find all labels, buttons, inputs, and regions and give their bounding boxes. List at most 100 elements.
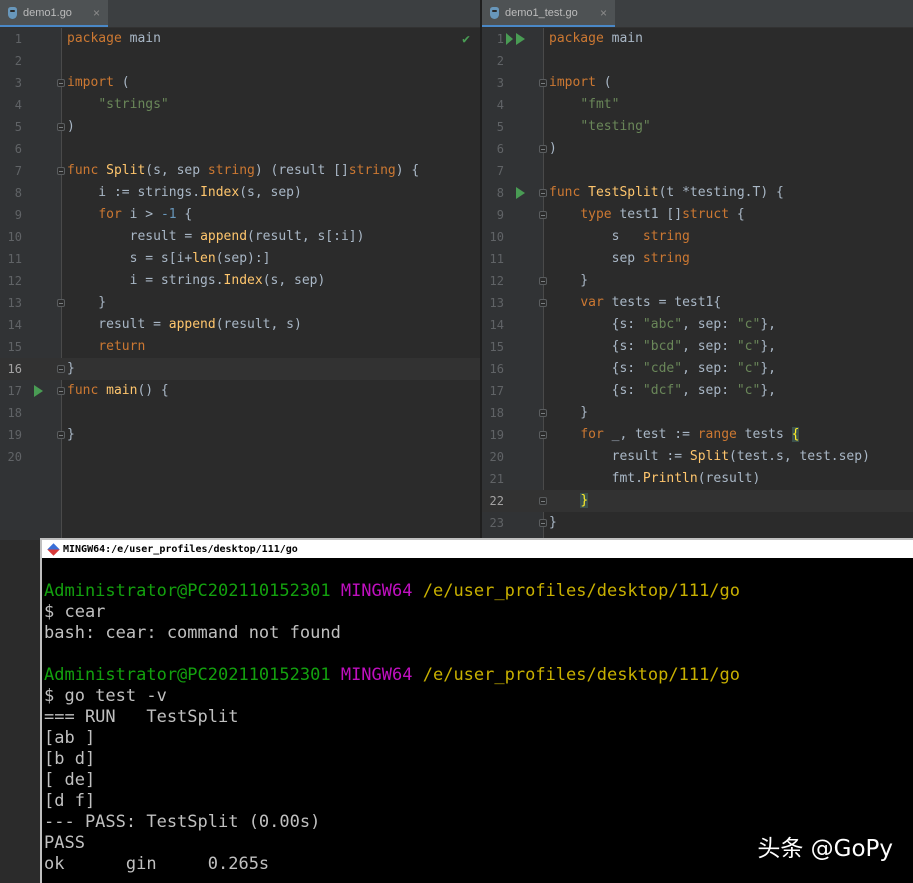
fold-icon[interactable] [539, 189, 547, 197]
code-line[interactable]: 7 func Split(s, sep string) (result []str… [0, 160, 480, 182]
code-line[interactable]: 15 {s: "bcd", sep: "c"}, [482, 336, 913, 358]
line-number: 21 [489, 472, 504, 486]
tab-demo1-go[interactable]: demo1.go × [0, 0, 108, 27]
fold-icon[interactable] [57, 387, 65, 395]
run-icon[interactable] [506, 33, 525, 45]
line-number: 12 [489, 274, 504, 288]
code-text: i = strings.Index(s, sep) [67, 273, 326, 288]
code-line[interactable]: 11 sep string [482, 248, 913, 270]
close-icon[interactable]: × [93, 6, 100, 20]
line-number: 6 [14, 142, 22, 156]
code-text: i := strings.Index(s, sep) [67, 185, 302, 200]
close-icon[interactable]: × [600, 6, 607, 20]
code-text: func Split(s, sep string) (result []stri… [67, 163, 420, 178]
run-icon[interactable] [34, 385, 43, 397]
code-line[interactable]: 23} [482, 512, 913, 534]
fold-icon[interactable] [539, 299, 547, 307]
go-file-icon [490, 6, 499, 19]
code-line[interactable]: 6 [0, 138, 480, 160]
fold-icon[interactable] [539, 277, 547, 285]
fold-icon[interactable] [57, 299, 65, 307]
code-text: result := Split(test.s, test.sep) [549, 449, 870, 464]
fold-icon[interactable] [539, 409, 547, 417]
code-line[interactable]: 1 package main [482, 28, 913, 50]
tab-demo1-test-go[interactable]: demo1_test.go × [482, 0, 615, 27]
code-line[interactable]: 10 s string [482, 226, 913, 248]
code-line[interactable]: 9 for i > -1 { [0, 204, 480, 226]
code-line[interactable]: 2 [0, 50, 480, 72]
code-line[interactable]: 15 return [0, 336, 480, 358]
code-line[interactable]: 6) [482, 138, 913, 160]
code-line[interactable]: 20 [0, 446, 480, 468]
prompt-path: /e/user_profiles/desktop/111/go [422, 581, 741, 601]
code-line[interactable]: 4 "strings" [0, 94, 480, 116]
code-line[interactable]: 5) [0, 116, 480, 138]
line-number: 16 [489, 362, 504, 376]
mintty-icon [47, 542, 60, 556]
line-number: 18 [7, 406, 22, 420]
fold-icon[interactable] [57, 79, 65, 87]
code-line[interactable]: 8 i := strings.Index(s, sep) [0, 182, 480, 204]
left-tab-bar: demo1.go × [0, 0, 480, 28]
fold-icon[interactable] [57, 123, 65, 131]
code-text: } [549, 273, 589, 288]
line-number: 11 [7, 252, 22, 266]
code-line[interactable]: 11 s = s[i+len(sep):] [0, 248, 480, 270]
code-line[interactable]: 10 result = append(result, s[:i]) [0, 226, 480, 248]
code-text: result = append(result, s) [67, 317, 302, 332]
code-line[interactable]: 5 "testing" [482, 116, 913, 138]
line-number: 2 [14, 54, 22, 68]
fold-icon[interactable] [539, 519, 547, 527]
code-line[interactable]: 4 "fmt" [482, 94, 913, 116]
code-text: } [67, 295, 107, 310]
code-line[interactable]: 18 [0, 402, 480, 424]
fold-icon[interactable] [539, 497, 547, 505]
code-text: ) [67, 119, 75, 134]
code-line[interactable]: 1 package main [0, 28, 480, 50]
code-text: func main() { [67, 383, 169, 398]
line-number: 5 [496, 120, 504, 134]
code-line[interactable]: 2 [482, 50, 913, 72]
code-line[interactable]: 16} [0, 358, 480, 380]
code-line[interactable]: 12 } [482, 270, 913, 292]
code-line[interactable]: 16 {s: "cde", sep: "c"}, [482, 358, 913, 380]
code-line[interactable]: 13 var tests = test1{ [482, 292, 913, 314]
fold-icon[interactable] [539, 211, 547, 219]
code-line[interactable]: 19 for _, test := range tests { [482, 424, 913, 446]
fold-icon[interactable] [539, 145, 547, 153]
run-icon[interactable] [516, 187, 525, 199]
code-line[interactable]: 17 func main() { [0, 380, 480, 402]
fold-icon[interactable] [57, 167, 65, 175]
fold-icon[interactable] [57, 365, 65, 373]
terminal-titlebar[interactable]: MINGW64:/e/user_profiles/desktop/111/go [42, 540, 913, 558]
code-line[interactable]: 8 func TestSplit(t *testing.T) { [482, 182, 913, 204]
code-line[interactable]: 18 } [482, 402, 913, 424]
code-line[interactable]: 9 type test1 []struct { [482, 204, 913, 226]
fold-icon[interactable] [539, 79, 547, 87]
code-line[interactable]: 3 import ( [0, 72, 480, 94]
terminal-output[interactable]: Administrator@PC202110152301 MINGW64 /e/… [42, 558, 913, 875]
line-number: 14 [7, 318, 22, 332]
code-text: } [580, 493, 589, 508]
code-line[interactable]: 19} [0, 424, 480, 446]
fold-icon[interactable] [57, 431, 65, 439]
code-line[interactable]: 12 i = strings.Index(s, sep) [0, 270, 480, 292]
line-number: 3 [496, 76, 504, 90]
code-line[interactable]: 20 result := Split(test.s, test.sep) [482, 446, 913, 468]
code-line[interactable]: 13 } [0, 292, 480, 314]
line-number: 17 [489, 384, 504, 398]
left-editor-pane: demo1.go × 1 package main 2 3 import (4 "str… [0, 0, 480, 540]
code-line[interactable]: 14 result = append(result, s) [0, 314, 480, 336]
prompt-host: MINGW64 [340, 665, 413, 685]
code-line[interactable]: 14 {s: "abc", sep: "c"}, [482, 314, 913, 336]
code-line[interactable]: 17 {s: "dcf", sep: "c"}, [482, 380, 913, 402]
line-number: 14 [489, 318, 504, 332]
line-number: 12 [7, 274, 22, 288]
code-line[interactable]: 7 [482, 160, 913, 182]
line-number: 19 [7, 428, 22, 442]
code-text: sep string [549, 251, 690, 266]
code-line[interactable]: 21 fmt.Println(result) [482, 468, 913, 490]
code-line[interactable]: 3 import ( [482, 72, 913, 94]
fold-icon[interactable] [539, 431, 547, 439]
code-line[interactable]: 22 } [482, 490, 913, 512]
